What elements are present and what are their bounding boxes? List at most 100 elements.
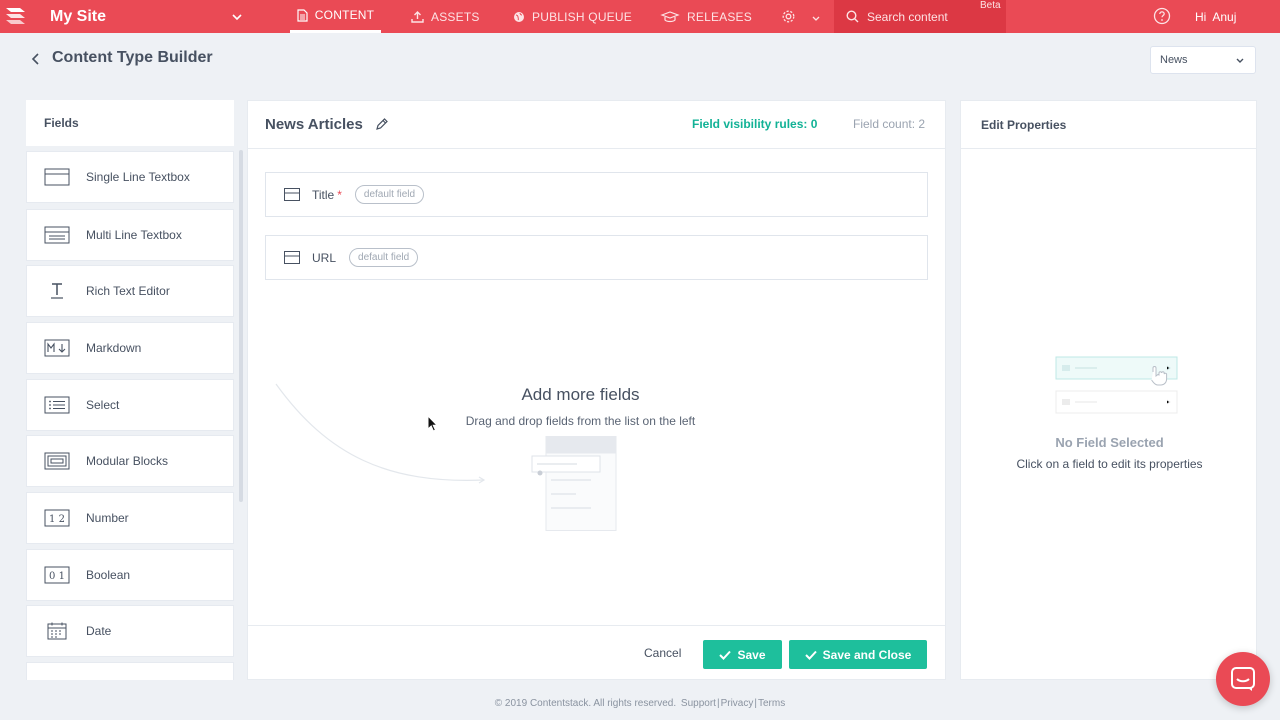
chat-icon	[1231, 667, 1255, 691]
nav-tab-content[interactable]: CONTENT	[290, 0, 381, 33]
number-icon: 1 2	[44, 508, 70, 528]
single-line-icon	[284, 251, 300, 264]
schema-field-label: URL	[312, 250, 337, 265]
pencil-edit-icon[interactable]	[375, 117, 389, 136]
page-footer: © 2019 Contentstack. All rights reserved…	[494, 698, 786, 709]
builder-footer: Cancel Save Save and Close	[248, 625, 945, 680]
nav-tab-releases-label: RELEASES	[687, 9, 752, 24]
beta-badge: Beta	[980, 0, 1001, 11]
nav-tab-publish-queue-label: PUBLISH QUEUE	[532, 9, 632, 24]
field-item-boolean[interactable]: 0 1 Boolean	[26, 549, 234, 601]
add-more-fields-title: Add more fields	[521, 385, 640, 404]
edit-properties-title: Edit Properties	[961, 101, 1256, 149]
field-item-single-line-textbox[interactable]: Single Line Textbox	[26, 151, 234, 203]
field-item-date[interactable]: Date	[26, 605, 234, 657]
chat-widget-button[interactable]	[1216, 652, 1270, 706]
field-item-markdown[interactable]: Markdown	[26, 322, 234, 374]
schema-field-title[interactable]: Title * default field	[265, 172, 928, 217]
field-item-label: Single Line Textbox	[86, 170, 190, 184]
fields-scrollbar[interactable]	[239, 150, 243, 502]
field-item-multi-line-textbox[interactable]: Multi Line Textbox	[26, 209, 234, 261]
field-item-label: Markdown	[86, 341, 142, 355]
fields-panel: Fields Single Line Textbox Multi Line Te…	[26, 100, 234, 680]
support-link[interactable]: Support	[681, 698, 716, 709]
field-item-label: Number	[86, 511, 129, 525]
field-item-label: Modular Blocks	[86, 454, 169, 468]
releases-icon	[660, 10, 680, 22]
field-item-label: Date	[86, 624, 112, 638]
save-button[interactable]: Save	[703, 640, 782, 669]
checkmark-icon	[719, 650, 732, 660]
nav-tab-publish-queue[interactable]: PUBLISH QUEUE	[513, 0, 632, 33]
required-marker: *	[337, 187, 342, 202]
site-switcher-chevron-icon[interactable]	[231, 10, 243, 28]
upload-icon	[411, 10, 424, 23]
terms-link[interactable]: Terms	[758, 698, 785, 709]
search-placeholder: Search content	[867, 9, 948, 24]
checkmark-icon	[804, 650, 817, 660]
mouse-cursor-icon	[427, 415, 439, 432]
content-type-select-value: News	[1160, 54, 1188, 66]
calendar-icon	[44, 621, 70, 641]
content-type-builder-panel: News Articles Field visibility rules: 0 …	[247, 100, 946, 680]
field-count: Field count: 2	[853, 117, 926, 131]
edit-properties-panel: Edit Properties No Field Selected Click …	[960, 100, 1257, 680]
help-icon[interactable]	[1153, 7, 1171, 30]
search-icon	[846, 10, 859, 23]
nav-tab-assets[interactable]: ASSETS	[411, 0, 480, 33]
save-button-label: Save	[737, 647, 766, 662]
document-icon	[297, 8, 308, 22]
single-line-icon	[284, 188, 300, 201]
globe-icon	[514, 11, 524, 22]
chevron-down-icon	[1236, 58, 1244, 63]
nav-tab-assets-label: ASSETS	[431, 9, 480, 24]
copyright-text: © 2019 Contentstack. All rights reserved…	[494, 698, 677, 709]
field-item-label: Multi Line Textbox	[86, 228, 182, 242]
no-field-selected-illustration	[1055, 356, 1178, 414]
drag-drop-illustration	[531, 436, 617, 531]
svg-text:1 2: 1 2	[49, 514, 65, 525]
nav-tab-content-label: CONTENT	[314, 8, 375, 22]
add-more-fields-subtitle: Drag and drop fields from the list on th…	[465, 414, 696, 428]
save-and-close-button[interactable]: Save and Close	[789, 640, 927, 669]
default-field-badge: default field	[354, 185, 425, 204]
settings-chevron-down-icon[interactable]	[811, 11, 821, 29]
nav-tab-releases[interactable]: RELEASES	[660, 0, 752, 33]
single-line-icon	[44, 167, 70, 187]
field-item-label: Boolean	[86, 568, 131, 582]
field-item-label: Rich Text Editor	[86, 284, 170, 298]
field-item-select[interactable]: Select	[26, 379, 234, 431]
markdown-icon	[44, 338, 70, 358]
fields-panel-title: Fields	[26, 100, 234, 146]
builder-header: News Articles Field visibility rules: 0 …	[248, 101, 945, 149]
site-name[interactable]: My Site	[50, 8, 106, 26]
field-item-partial[interactable]	[26, 662, 234, 680]
contentstack-logo-icon[interactable]	[3, 3, 29, 29]
no-field-selected-subtitle: Click on a field to edit its properties	[1016, 457, 1203, 471]
settings-gear-icon[interactable]	[781, 9, 796, 29]
field-item-modular-blocks[interactable]: Modular Blocks	[26, 435, 234, 487]
privacy-link[interactable]: Privacy	[721, 698, 754, 709]
schema-field-url[interactable]: URL default field	[265, 235, 928, 280]
top-navigation-bar: My Site CONTENT ASSETS PUBLISH QUEUE REL…	[0, 0, 1280, 33]
user-greeting[interactable]: Hi Anuj	[1195, 10, 1236, 24]
field-item-rich-text-editor[interactable]: Rich Text Editor	[26, 265, 234, 317]
page-title: Content Type Builder	[52, 49, 213, 66]
schema-field-label: Title	[312, 187, 335, 202]
boolean-icon: 0 1	[44, 565, 70, 585]
save-and-close-button-label: Save and Close	[822, 647, 912, 662]
cancel-button[interactable]: Cancel	[644, 646, 681, 660]
field-item-number[interactable]: 1 2 Number	[26, 492, 234, 544]
field-visibility-rules-link[interactable]: Field visibility rules: 0	[692, 117, 817, 131]
svg-text:0 1: 0 1	[49, 571, 65, 582]
content-type-name: News Articles	[265, 116, 363, 133]
default-field-badge: default field	[349, 248, 419, 267]
rich-text-icon	[44, 281, 70, 301]
modular-blocks-icon	[44, 451, 70, 471]
no-field-selected-title: No Field Selected	[1055, 435, 1164, 450]
field-item-label: Select	[86, 398, 120, 412]
multi-line-icon	[44, 225, 70, 245]
select-list-icon	[44, 395, 70, 415]
back-arrow-icon[interactable]	[30, 52, 42, 71]
content-type-select[interactable]: News	[1150, 46, 1256, 74]
